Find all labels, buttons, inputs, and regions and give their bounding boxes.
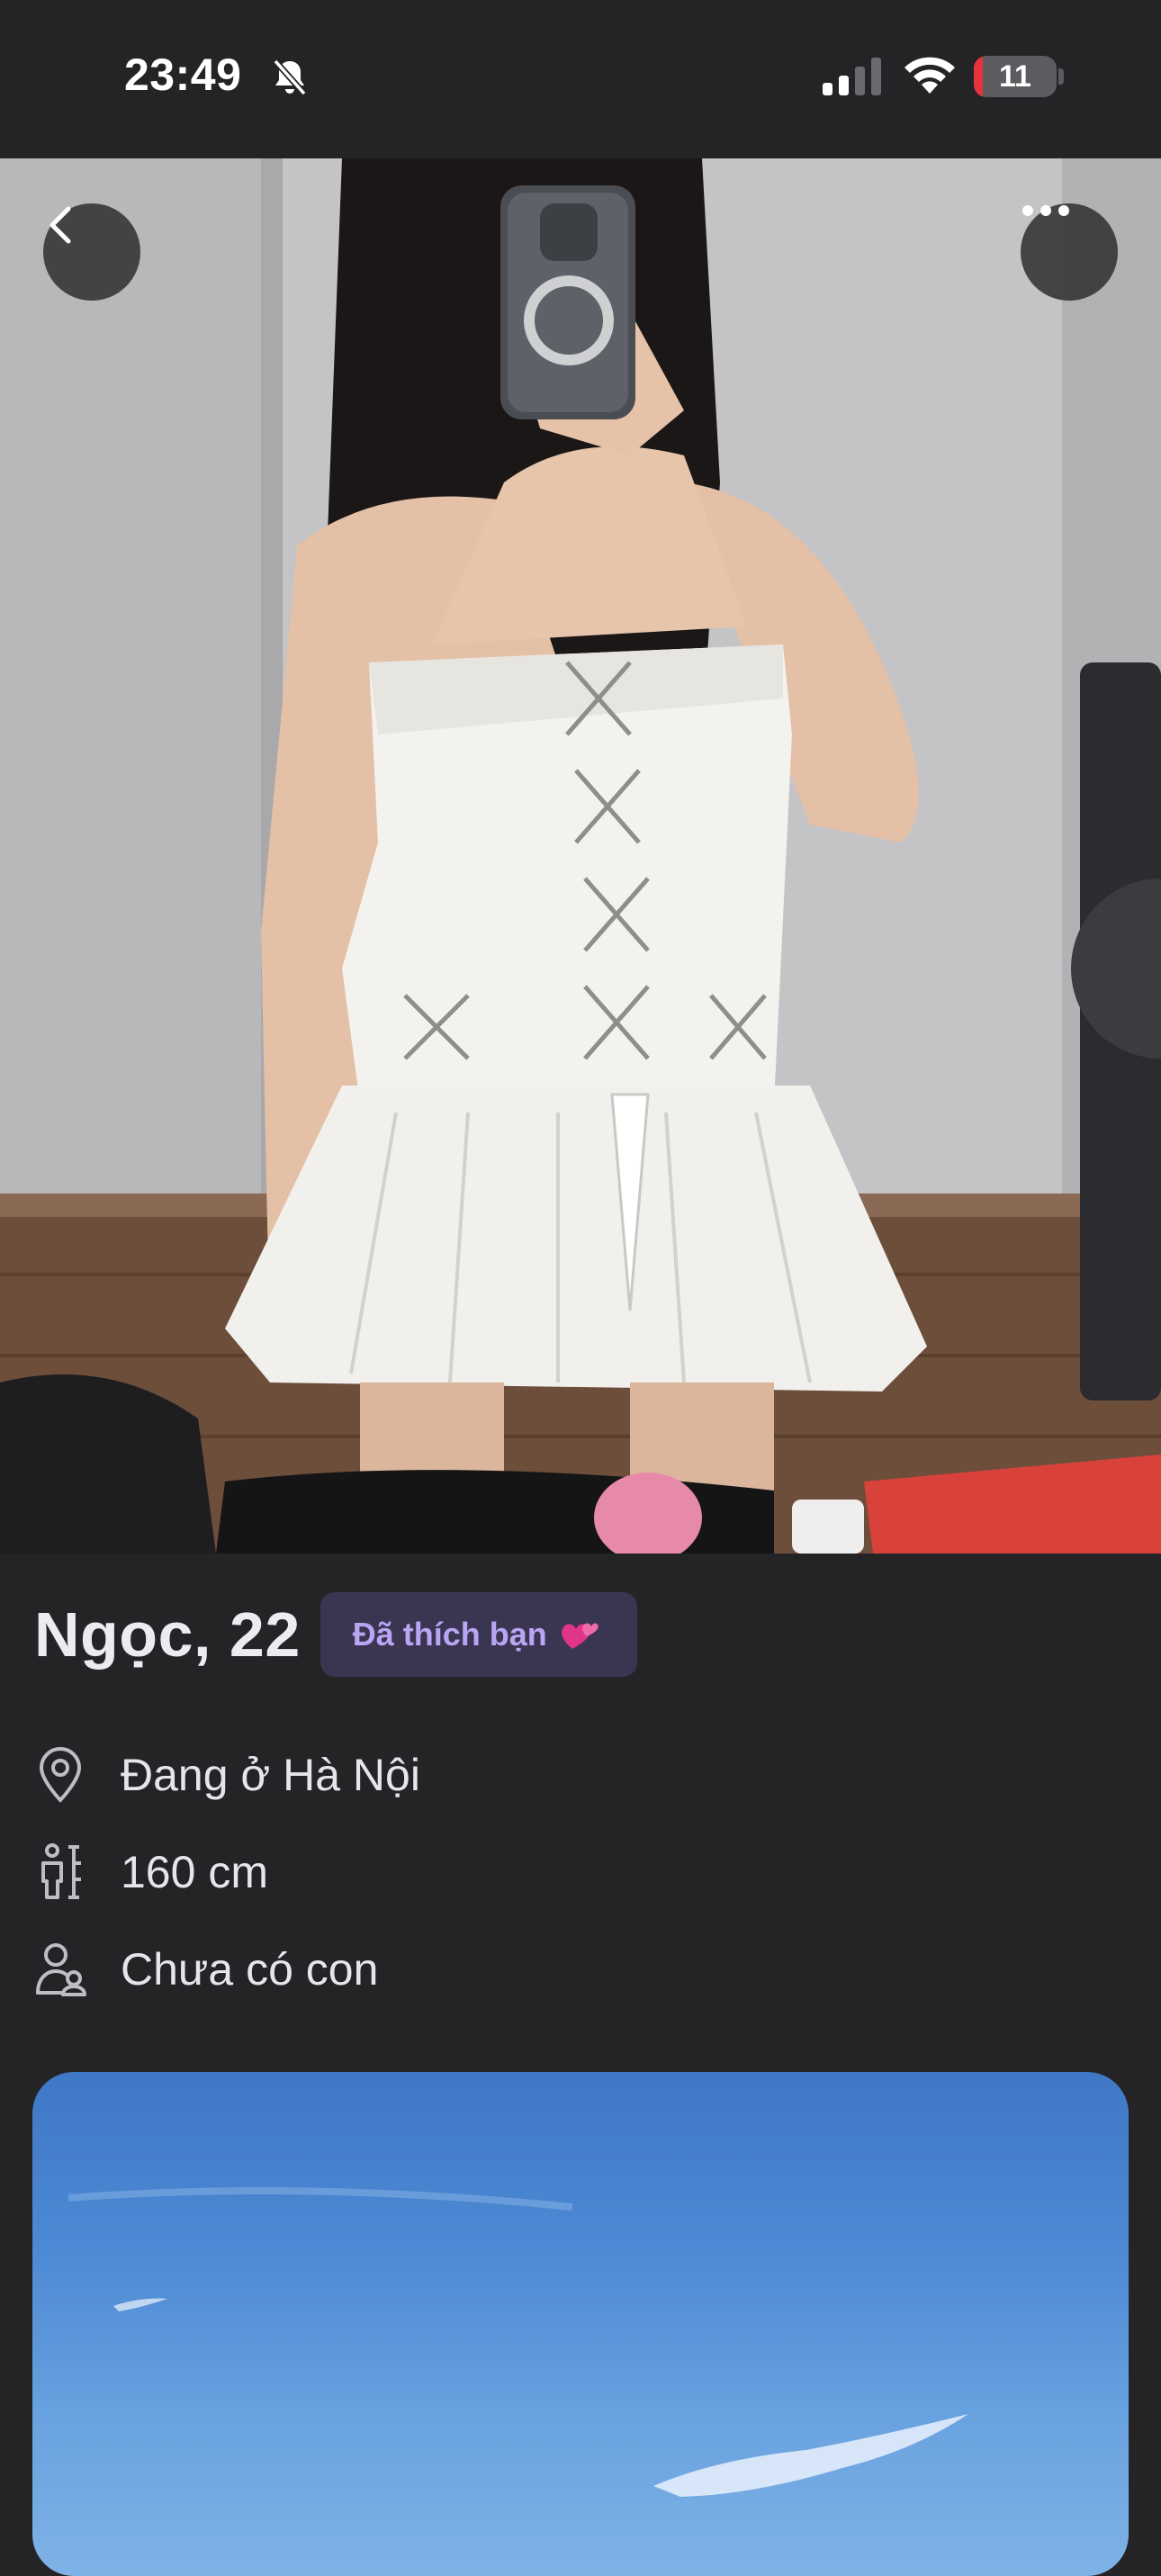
detail-location-text: Đang ở Hà Nội <box>121 1750 420 1800</box>
battery-cap <box>1058 68 1064 85</box>
wifi-icon <box>904 57 955 94</box>
detail-children: Chưa có con <box>34 1933 378 2005</box>
profile-name-row: Ngọc, 22 Đã thích bạn <box>34 1591 637 1678</box>
bell-slash-icon <box>273 59 307 96</box>
detail-location: Đang ở Hà Nội <box>34 1739 420 1811</box>
profile-main-photo[interactable] <box>0 158 1161 1554</box>
more-options-button[interactable] <box>1021 203 1118 301</box>
height-icon <box>41 1843 81 1899</box>
detail-children-text: Chưa có con <box>121 1944 379 1995</box>
profile-name-age: Ngọc, 22 <box>34 1599 301 1670</box>
liked-you-label: Đã thích bạn <box>352 1616 547 1653</box>
detail-height: 160 cm <box>34 1836 268 1908</box>
status-time: 23:49 <box>124 50 242 100</box>
battery-level-text: 11 <box>999 59 1031 94</box>
profile-second-photo[interactable] <box>32 2072 1129 2576</box>
liked-you-badge: Đã thích bạn <box>320 1592 637 1677</box>
signal-icon <box>823 58 881 95</box>
location-pin-icon <box>39 1747 82 1803</box>
detail-height-text: 160 cm <box>121 1847 268 1897</box>
back-button[interactable] <box>43 203 140 301</box>
sky-photo-illustration <box>68 2187 968 2497</box>
status-bar: 23:49 11 <box>0 0 1161 158</box>
two-hearts-icon <box>561 1623 598 1649</box>
ellipsis-icon <box>1022 205 1069 216</box>
children-icon <box>36 1943 86 1996</box>
battery-icon: 11 <box>974 56 1057 97</box>
chevron-left-icon <box>50 206 71 244</box>
photo-illustration <box>0 158 1161 1554</box>
